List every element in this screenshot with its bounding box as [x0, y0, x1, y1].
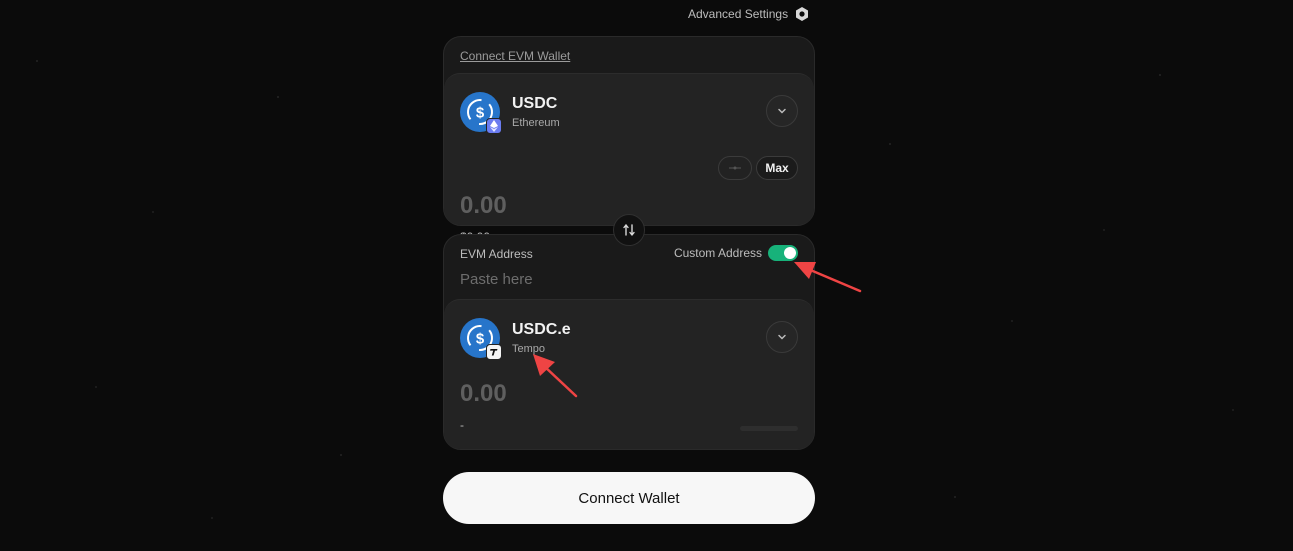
from-token-name: USDC [512, 95, 558, 112]
evm-address-input[interactable] [460, 269, 700, 289]
percent-button[interactable] [718, 156, 752, 180]
ethereum-icon [486, 118, 502, 134]
from-amount-input[interactable]: 0.00 [460, 192, 507, 220]
to-chain-name: Tempo [512, 343, 546, 355]
from-card: Connect EVM Wallet $ USDC Ethereum 0.00 … [443, 36, 815, 244]
to-amount-value: 0.00 [460, 380, 507, 407]
gear-icon [794, 6, 810, 22]
custom-address-toggle[interactable] [768, 245, 798, 261]
to-usd-value: - [460, 418, 464, 432]
to-card: EVM Address Custom Address $ [443, 234, 815, 450]
chevron-down-icon [778, 108, 786, 114]
tempo-icon [486, 344, 502, 360]
to-token-panel: $ USDC.e Tempo 0.00 - [444, 299, 814, 449]
from-token-panel: $ USDC Ethereum 0.00 $0.00 [444, 73, 814, 244]
advanced-settings-button[interactable]: Advanced Settings [688, 6, 810, 22]
to-balance-bar [740, 426, 798, 431]
connect-wallet-button[interactable]: Connect Wallet [443, 472, 815, 524]
chevron-down-icon [778, 334, 786, 340]
to-token-dropdown-button[interactable] [766, 321, 798, 353]
to-token-name: USDC.e [512, 321, 571, 338]
swap-direction-button[interactable] [613, 214, 645, 246]
from-token-selector[interactable]: $ USDC Ethereum [460, 92, 560, 134]
from-chain-name: Ethereum [512, 117, 560, 129]
percent-icon [729, 166, 741, 170]
toggle-knob [784, 247, 796, 259]
svg-text:$: $ [476, 331, 485, 348]
evm-address-label: EVM Address [460, 247, 533, 261]
connect-evm-wallet-link[interactable]: Connect EVM Wallet [460, 49, 570, 63]
usdc-icon: $ [460, 318, 502, 360]
custom-address-label: Custom Address [673, 246, 762, 260]
advanced-settings-label: Advanced Settings [688, 7, 789, 21]
usdc-icon: $ [460, 92, 502, 134]
to-token-selector[interactable]: $ USDC.e Tempo [460, 318, 571, 360]
max-button[interactable]: Max [756, 156, 798, 180]
swap-icon [623, 224, 635, 236]
from-token-dropdown-button[interactable] [766, 95, 798, 127]
custom-address-control: Custom Address [674, 245, 798, 261]
svg-text:$: $ [476, 105, 485, 122]
